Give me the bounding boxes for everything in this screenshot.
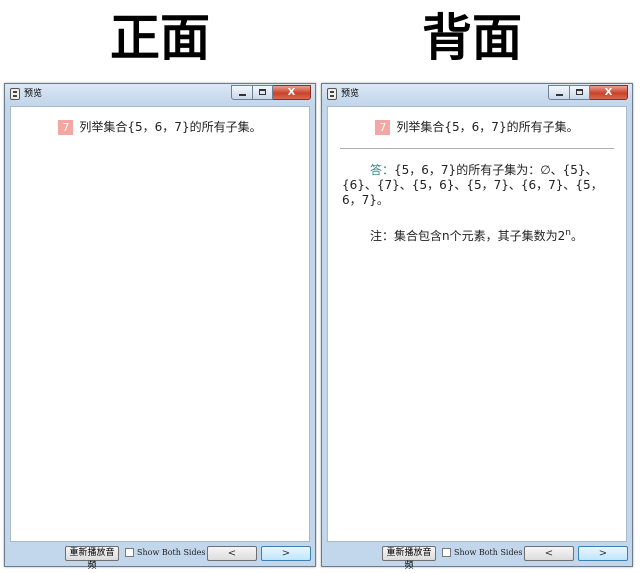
preview-window-front: 预览 X 7 列举集合{5，6，7}的所有子集。 重新播放音频 Show Both… — [4, 83, 316, 571]
footer-bar: 重新播放音频 Show Both Sides < > — [5, 542, 315, 571]
maximize-icon — [259, 89, 266, 95]
next-button[interactable]: > — [578, 546, 628, 561]
note-end: 。 — [570, 229, 583, 243]
question-number-badge: 7 — [375, 120, 391, 135]
question-text: 列举集合{5，6，7}的所有子集。 — [396, 120, 579, 134]
card-content-front: 7 列举集合{5，6，7}的所有子集。 — [10, 106, 310, 542]
app-icon — [327, 88, 337, 100]
show-both-sides-checkbox[interactable] — [125, 548, 134, 557]
close-icon: X — [287, 87, 296, 98]
front-heading: 正面 — [110, 9, 210, 67]
preview-window-back: 预览 X 7 列举集合{5，6，7}的所有子集。 答：{5，6，7}的所有子集为：… — [321, 83, 633, 571]
window-title: 预览 — [24, 89, 43, 99]
prev-button[interactable]: < — [524, 546, 574, 561]
close-button[interactable]: X — [273, 85, 311, 100]
window-controls: X — [231, 85, 311, 100]
question: 7 列举集合{5，6，7}的所有子集。 — [11, 119, 309, 135]
question-text: 列举集合{5，6，7}的所有子集。 — [79, 120, 262, 134]
note: 注：集合包含n个元素，其子集数为2n。 — [342, 228, 618, 244]
answer-label: 答： — [370, 163, 395, 177]
back-heading: 背面 — [422, 9, 522, 67]
replay-audio-button[interactable]: 重新播放音频 — [382, 546, 436, 571]
answer: 答：{5，6，7}的所有子集为：∅、{5}、{6}、{7}、{5，6}、{5，7… — [342, 163, 618, 208]
minimize-button[interactable] — [231, 85, 253, 100]
question: 7 列举集合{5，6，7}的所有子集。 — [328, 119, 626, 135]
window-controls: X — [548, 85, 628, 100]
app-icon — [10, 88, 20, 100]
show-both-sides-label[interactable]: Show Both Sides — [454, 546, 522, 559]
show-both-sides-label[interactable]: Show Both Sides — [137, 546, 205, 559]
title-bar[interactable]: 预览 X — [5, 84, 315, 105]
card-content-back: 7 列举集合{5，6，7}的所有子集。 答：{5，6，7}的所有子集为：∅、{5}… — [327, 106, 627, 542]
close-button[interactable]: X — [590, 85, 628, 100]
maximize-button[interactable] — [253, 85, 273, 100]
minimize-icon — [556, 94, 563, 96]
prev-button[interactable]: < — [207, 546, 257, 561]
answer-divider — [340, 148, 614, 149]
minimize-button[interactable] — [548, 85, 570, 100]
close-icon: X — [604, 87, 613, 98]
footer-bar: 重新播放音频 Show Both Sides < > — [322, 542, 632, 571]
show-both-sides-checkbox[interactable] — [442, 548, 451, 557]
minimize-icon — [239, 94, 246, 96]
replay-audio-button[interactable]: 重新播放音频 — [65, 546, 119, 571]
window-title: 预览 — [341, 89, 360, 99]
question-number-badge: 7 — [58, 120, 74, 135]
next-button[interactable]: > — [261, 546, 311, 561]
maximize-icon — [576, 89, 583, 95]
title-bar[interactable]: 预览 X — [322, 84, 632, 105]
note-text: 注：集合包含n个元素，其子集数为2 — [370, 229, 566, 243]
maximize-button[interactable] — [570, 85, 590, 100]
